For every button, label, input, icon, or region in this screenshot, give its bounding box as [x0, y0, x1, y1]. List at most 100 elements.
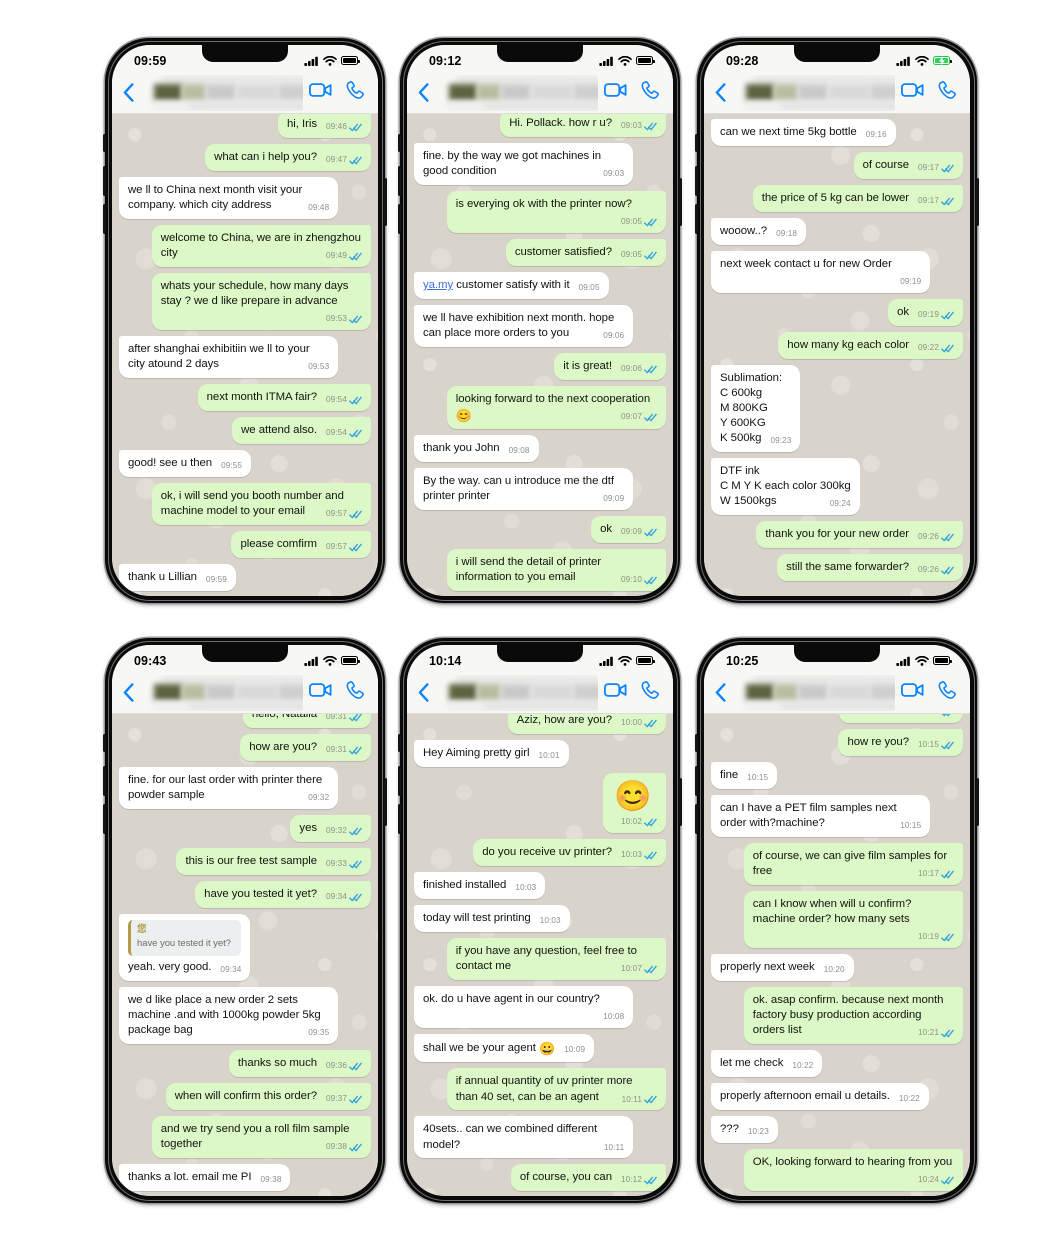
message-bubble[interactable]: when will confirm this order? 09:37	[165, 1082, 371, 1110]
message-bubble[interactable]: we d like place a new order 2 sets machi…	[119, 986, 339, 1044]
message-bubble[interactable]: hello, Duran 10:14	[839, 714, 963, 723]
video-call-button[interactable]	[308, 82, 332, 103]
chat-body[interactable]: can we next time 5kg bottle 09:16 of cours…	[704, 114, 970, 596]
power-button[interactable]	[976, 778, 979, 826]
quoted-message[interactable]: 您 have you tested it yet?	[128, 919, 242, 956]
message-bubble[interactable]: shall we be your agent 😀 10:09	[414, 1034, 595, 1063]
message-bubble[interactable]: we ll to China next month visit your com…	[119, 176, 339, 219]
message-bubble[interactable]: after shanghai exhibitiin we ll to your …	[119, 336, 339, 379]
message-bubble[interactable]: Aziz, how are you? 10:00	[507, 714, 666, 734]
message-bubble[interactable]: ok 09:19	[888, 298, 963, 326]
volume-button[interactable]	[695, 204, 698, 234]
message-bubble[interactable]: hello, Natalia 09:31	[242, 714, 371, 728]
back-button[interactable]	[415, 683, 431, 702]
volume-button[interactable]	[103, 166, 106, 196]
silent-switch[interactable]	[398, 734, 401, 752]
message-bubble[interactable]: ok, i will send you booth number and mac…	[151, 482, 371, 525]
message-bubble[interactable]: can I know when will u confirm? machine …	[743, 890, 963, 949]
volume-button[interactable]	[398, 166, 401, 196]
message-bubble[interactable]: if annual quantity of uv printer more th…	[446, 1068, 666, 1111]
message-bubble[interactable]: fine 10:15	[711, 761, 778, 789]
message-bubble[interactable]: Hi. Pollack. how r u? 09:03	[500, 114, 666, 137]
message-bubble[interactable]: 40sets.. can we combined different model…	[414, 1116, 634, 1159]
message-bubble[interactable]: good! see u then 09:55	[119, 450, 252, 477]
message-bubble[interactable]: next month ITMA fair? 09:54	[197, 384, 371, 412]
voice-call-button[interactable]	[641, 680, 660, 705]
volume-button[interactable]	[103, 204, 106, 234]
voice-call-button[interactable]	[346, 80, 365, 105]
power-button[interactable]	[976, 178, 979, 226]
message-bubble[interactable]: what can i help you? 09:47	[205, 143, 371, 171]
message-bubble[interactable]: looking forward to the next cooperation 😊…	[446, 385, 666, 430]
message-bubble[interactable]: yes 09:32	[290, 814, 371, 842]
silent-switch[interactable]	[398, 134, 401, 152]
video-call-button[interactable]	[308, 682, 332, 703]
message-bubble[interactable]: wooow..? 09:18	[711, 217, 807, 245]
message-bubble[interactable]: we ll have exhibition next month. hope c…	[414, 304, 634, 347]
message-bubble[interactable]: thanks so much 09:36	[228, 1049, 371, 1077]
message-bubble[interactable]: this is our free test sample 09:33	[176, 847, 371, 875]
volume-button[interactable]	[103, 766, 106, 796]
message-bubble[interactable]: how re you? 10:15	[838, 728, 963, 756]
message-bubble[interactable]: fine. by the way we got machines in good…	[414, 142, 634, 185]
message-bubble[interactable]: ok 09:09	[591, 516, 666, 544]
back-button[interactable]	[120, 683, 136, 702]
message-bubble[interactable]: do you receive uv printer? 10:03	[473, 839, 666, 867]
silent-switch[interactable]	[103, 134, 106, 152]
silent-switch[interactable]	[103, 734, 106, 752]
message-bubble[interactable]: of course, you can 10:12	[510, 1164, 666, 1192]
message-bubble[interactable]: customer satisfied? 09:05	[505, 239, 666, 266]
message-bubble[interactable]: properly afternoon email u details. 10:22	[711, 1083, 929, 1110]
back-button[interactable]	[712, 683, 728, 702]
voice-call-button[interactable]	[938, 680, 957, 705]
volume-button[interactable]	[695, 766, 698, 796]
message-bubble[interactable]: i will send the detail of printer inform…	[446, 549, 666, 592]
message-bubble[interactable]: ??? 10:23	[711, 1116, 778, 1143]
message-bubble[interactable]: OK, looking forward to hearing from you 1…	[743, 1148, 963, 1191]
message-bubble[interactable]: DTF ink C M Y K each color 300kg W 1500k…	[711, 458, 860, 516]
message-bubble[interactable]: thank you for your new order 09:26	[756, 521, 963, 549]
volume-button[interactable]	[398, 804, 401, 834]
message-bubble[interactable]: welcome to China, we are in zhengzhou ci…	[151, 224, 371, 267]
voice-call-button[interactable]	[938, 80, 957, 105]
message-bubble[interactable]: By the way. can u introduce me the dtf p…	[414, 468, 634, 511]
back-button[interactable]	[415, 83, 431, 102]
chat-body[interactable]: hello, Duran 10:14 how re you? 10:15 fine 10:…	[704, 714, 970, 1196]
message-bubble[interactable]: Sublimation: C 600kg M 800KG Y 600KG K 5…	[711, 364, 801, 453]
message-bubble[interactable]: of course 09:17	[853, 151, 963, 179]
chat-body[interactable]: hello, Natalia 09:31 how are you? 09:31 fine…	[112, 714, 378, 1196]
message-bubble[interactable]: properly next week 10:20	[711, 954, 854, 981]
message-bubble[interactable]: and we try send you a roll film sample t…	[151, 1115, 371, 1158]
video-call-button[interactable]	[900, 682, 924, 703]
message-bubble[interactable]: thank u Lillian 09:59	[119, 563, 236, 591]
volume-button[interactable]	[398, 766, 401, 796]
power-button[interactable]	[384, 778, 387, 826]
message-bubble[interactable]: can we next time 5kg bottle 09:16	[711, 119, 896, 146]
message-bubble[interactable]: if you have any question, feel free to c…	[446, 937, 666, 980]
voice-call-button[interactable]	[641, 80, 660, 105]
message-bubble[interactable]: thank you John 09:08	[414, 435, 539, 463]
silent-switch[interactable]	[695, 734, 698, 752]
volume-button[interactable]	[398, 204, 401, 234]
message-bubble[interactable]: the price of 5 kg can be lower 09:17	[752, 184, 963, 212]
message-bubble[interactable]: thanks a lot. email me PI 09:38	[119, 1163, 291, 1191]
video-call-button[interactable]	[603, 82, 627, 103]
message-bubble[interactable]: it is great! 09:06	[554, 352, 666, 380]
message-bubble[interactable]: have you tested it yet? 09:34	[195, 880, 371, 908]
message-bubble[interactable]: 您 have you tested it yet? yeah. very good.…	[119, 913, 251, 981]
message-bubble[interactable]: fine. for our last order with printer th…	[119, 766, 339, 809]
message-bubble[interactable]: Hey Aiming pretty girl 10:01	[414, 739, 569, 767]
message-bubble[interactable]: how are you? 09:31	[240, 733, 371, 761]
power-button[interactable]	[384, 178, 387, 226]
message-bubble[interactable]: we attend also. 09:54	[232, 417, 371, 445]
message-bubble[interactable]: can I have a PET film samples next order…	[711, 794, 931, 837]
message-bubble[interactable]: is everying ok with the printer now? 09:0…	[446, 190, 666, 234]
back-button[interactable]	[712, 83, 728, 102]
message-bubble[interactable]: whats your schedule, how many days stay …	[151, 272, 371, 331]
message-bubble[interactable]: 😊 10:02	[603, 772, 666, 834]
chat-body[interactable]: Aziz, how are you? 10:00 Hey Aiming pretty…	[407, 714, 673, 1196]
message-bubble[interactable]: still the same forwarder? 09:26	[777, 554, 963, 582]
message-bubble[interactable]: next week contact u for new Order 09:19	[711, 250, 931, 293]
message-bubble[interactable]: ya.my customer satisfy with it 09:05	[414, 271, 609, 299]
message-bubble[interactable]: please comfirm 09:57	[231, 531, 371, 558]
